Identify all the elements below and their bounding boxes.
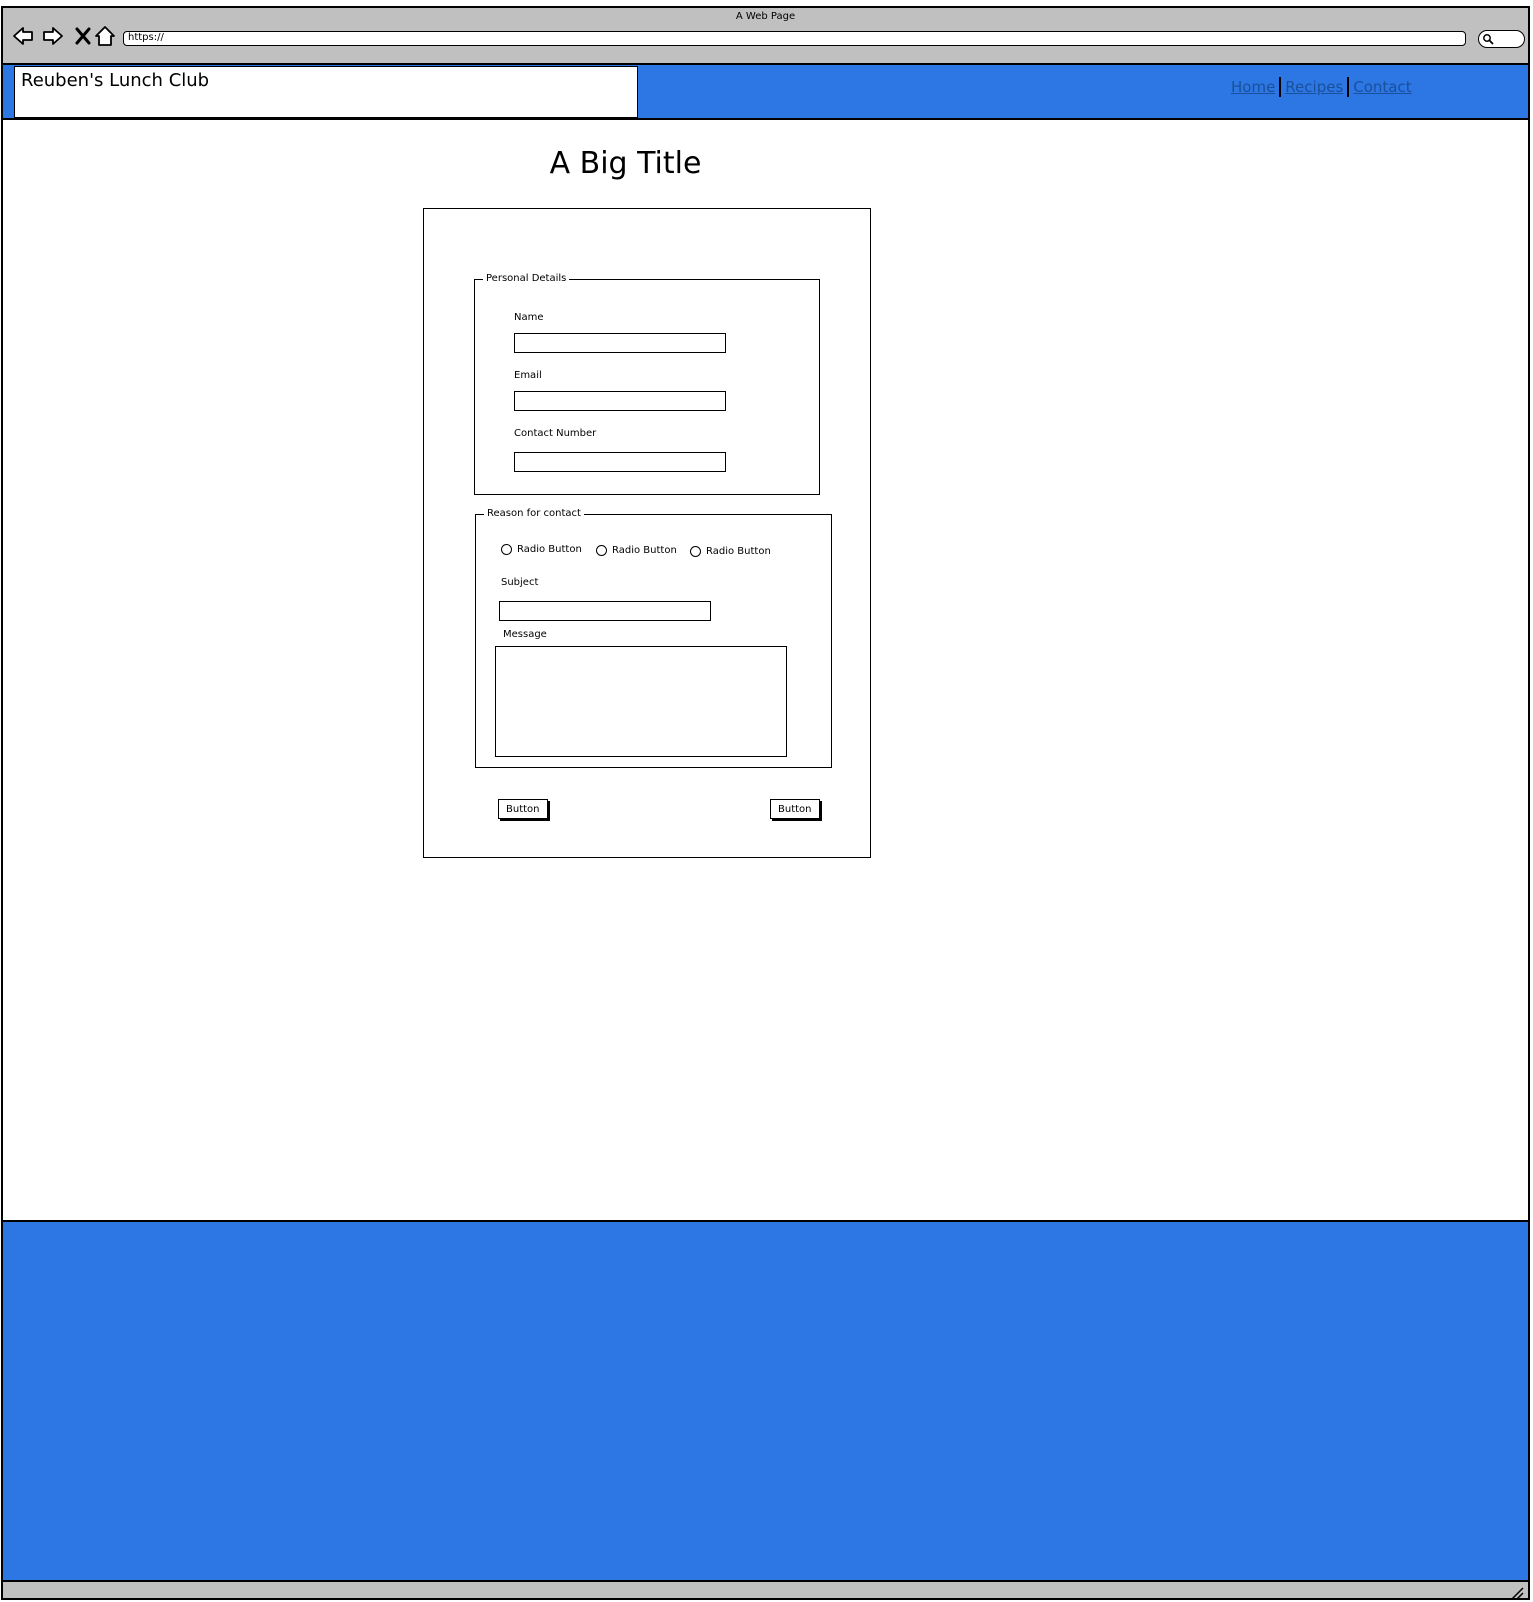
personal-details-legend: Personal Details: [483, 272, 570, 286]
home-icon[interactable]: [93, 24, 117, 48]
message-textarea[interactable]: [495, 646, 787, 757]
radio-circle-icon[interactable]: [596, 545, 607, 556]
contact-number-field[interactable]: [514, 452, 726, 472]
form-right-button[interactable]: Button: [770, 799, 820, 819]
forward-arrow-icon[interactable]: [41, 24, 65, 48]
email-label: Email: [514, 370, 542, 381]
name-label: Name: [514, 312, 544, 323]
site-brand: Reuben's Lunch Club: [21, 70, 210, 91]
back-arrow-icon[interactable]: [11, 24, 35, 48]
window-title: A Web Page: [735, 11, 796, 22]
browser-status-bar: [3, 1580, 1528, 1600]
radio-label: Radio Button: [517, 544, 582, 555]
reason-legend: Reason for contact: [484, 507, 584, 521]
url-input[interactable]: https://: [123, 31, 1466, 46]
radio-circle-icon[interactable]: [690, 546, 701, 557]
reason-radio-3[interactable]: Radio Button: [690, 546, 771, 557]
reason-radio-2[interactable]: Radio Button: [596, 545, 677, 556]
brand-logo-box[interactable]: Reuben's Lunch Club: [14, 66, 638, 118]
browser-search-button[interactable]: [1478, 30, 1525, 48]
browser-toolbar: A Web Page https://: [3, 8, 1528, 65]
main-nav: Home Recipes Contact: [1227, 77, 1416, 97]
name-field[interactable]: [514, 333, 726, 353]
radio-circle-icon[interactable]: [501, 544, 512, 555]
stop-icon[interactable]: [71, 24, 95, 48]
reason-radio-1[interactable]: Radio Button: [501, 544, 582, 555]
message-label: Message: [503, 629, 547, 640]
site-footer: [3, 1220, 1528, 1580]
contact-number-label: Contact Number: [514, 428, 597, 439]
nav-link-recipes[interactable]: Recipes: [1281, 77, 1347, 97]
form-left-button[interactable]: Button: [498, 799, 548, 819]
radio-label: Radio Button: [706, 546, 771, 557]
contact-form: Personal Details Name Email Contact Numb…: [423, 208, 871, 858]
page-title: A Big Title: [549, 146, 702, 181]
browser-window: A Web Page https:// Reuben's Lunch Club …: [1, 6, 1530, 1600]
resize-grip-icon[interactable]: [1510, 1586, 1524, 1600]
reason-fieldset: Reason for contact Radio Button Radio Bu…: [475, 507, 832, 768]
email-field[interactable]: [514, 391, 726, 411]
nav-link-home[interactable]: Home: [1227, 77, 1279, 97]
personal-details-fieldset: Personal Details Name Email Contact Numb…: [474, 272, 820, 495]
radio-label: Radio Button: [612, 545, 677, 556]
search-icon: [1483, 34, 1494, 45]
nav-link-contact[interactable]: Contact: [1349, 77, 1415, 97]
site-header: Reuben's Lunch Club Home Recipes Contact: [3, 65, 1528, 120]
subject-label: Subject: [501, 577, 539, 588]
subject-field[interactable]: [499, 601, 711, 621]
